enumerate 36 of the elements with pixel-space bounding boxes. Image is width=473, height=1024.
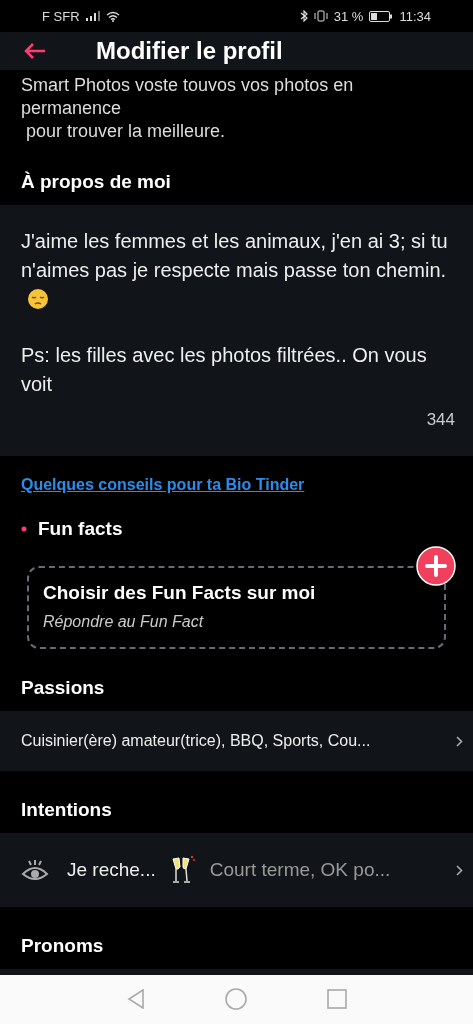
card-title: Choisir des Fun Facts sur moi (43, 581, 317, 604)
intention-label: Je reche... (67, 859, 156, 882)
passions-row[interactable]: Cuisinier(ère) amateur(trice), BBQ, Sports, Cou... (0, 710, 473, 772)
card-subtitle: Répondre au Fun Fact (43, 612, 205, 631)
section-heading: Intentions (20, 798, 113, 823)
intention-value: Court terme, OK po... (209, 859, 392, 882)
section-heading: Passions (20, 675, 106, 700)
battery-icon (369, 10, 394, 22)
clock: 11:34 (399, 8, 431, 24)
wifi-icon (105, 10, 120, 22)
section-heading: À propos de moi (20, 169, 172, 194)
character-counter: 344 (425, 408, 455, 431)
passions-value: Cuisinier(ère) amateur(trice), BBQ, Sports, Cou... (21, 732, 372, 751)
smart-photos-text: Smart Photos voste touvos vos photos en permanence pour trouver la meilleure. (21, 73, 355, 143)
section-heading: Pronoms (20, 933, 105, 958)
signal-icon (85, 11, 100, 22)
back-arrow-icon[interactable] (24, 42, 46, 59)
bullet-dot-icon (21, 525, 27, 532)
carrier-name: F SFR (42, 8, 80, 24)
bio-tips-link[interactable]: Quelques conseils pour ta Bio Tinder (0, 455, 326, 494)
add-button[interactable] (416, 545, 456, 586)
recent-apps-icon[interactable] (326, 989, 347, 1010)
page-title: Modifier le profil (96, 36, 283, 65)
intentions-row[interactable]: Je reche... Court terme, OK po... (0, 833, 473, 907)
bluetooth-icon (299, 10, 308, 23)
chevron-right-icon (456, 735, 463, 747)
chevron-right-icon (456, 864, 463, 876)
eye-icon (21, 858, 49, 883)
pensive-face-icon (27, 287, 49, 310)
back-icon[interactable] (126, 989, 145, 1010)
bio-field[interactable]: J'aime les femmes et les animaux, j'en ai 3; si tu n'aimes pas je respecte mais passe ton chemin. Ps: les filles avec les photos filtrées.. On vous voit 344 (0, 204, 473, 456)
section-heading: Fun facts (38, 517, 123, 540)
champagne-glasses-icon (169, 855, 196, 886)
battery-percent: 31 % (333, 8, 364, 24)
home-icon[interactable] (224, 988, 247, 1011)
vibrate-icon (313, 10, 328, 23)
